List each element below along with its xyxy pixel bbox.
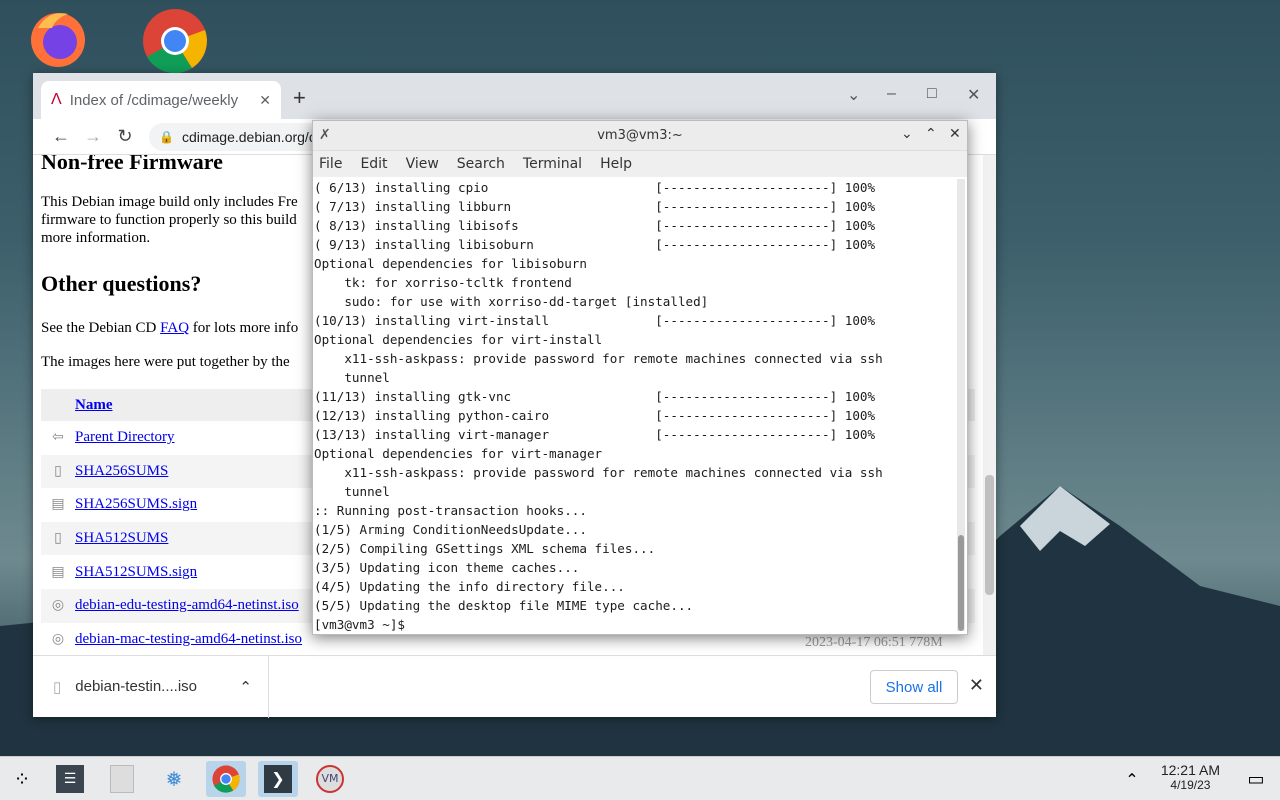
chrome-desktop-icon[interactable]	[142, 8, 207, 74]
tab-title: Index of /cdimage/weekly	[69, 91, 239, 109]
close-window-button[interactable]: ✕	[967, 85, 980, 105]
terminal-line: (13/13) installing virt-manager [-------…	[314, 427, 876, 442]
terminal-line: ( 8/13) installing libisofs [-----------…	[314, 218, 876, 233]
terminal-line: ( 6/13) installing cpio [---------------…	[314, 180, 876, 195]
reload-icon[interactable]: ↻	[109, 126, 141, 147]
file-link[interactable]: SHA256SUMS	[75, 463, 168, 480]
minimize-button[interactable]: –	[887, 85, 896, 103]
terminal-line: (1/5) Arming ConditionNeedsUpdate...	[314, 522, 587, 537]
terminal-line: ( 9/13) installing libisoburn [---------…	[314, 237, 876, 252]
menu-edit[interactable]: Edit	[360, 156, 387, 172]
file-icon: ▯	[53, 678, 62, 696]
close-download-bar-icon[interactable]: ✕	[969, 675, 984, 696]
terminal-line: Optional dependencies for virt-install	[314, 332, 603, 347]
terminal-line: (2/5) Compiling GSettings XML schema fil…	[314, 541, 656, 556]
minimize-icon[interactable]: ⌄	[901, 126, 913, 142]
taskbar: ⁘ ☰ ❅ ❯ VM ⌃ 12:21 AM 4/19/23 ▭	[0, 756, 1280, 800]
faq-prefix: See the Debian CD	[41, 320, 161, 336]
download-item[interactable]: ▯ debian-testin....iso ⌃	[33, 655, 269, 718]
terminal-output[interactable]: ( 6/13) installing cpio [---------------…	[313, 178, 955, 634]
terminal-line: (12/13) installing python-cairo [-------…	[314, 408, 876, 423]
terminal-line: :: Running post-transaction hooks...	[314, 503, 587, 518]
terminal-taskbar-icon[interactable]: ❯	[258, 761, 298, 797]
terminal-line: (10/13) installing virt-install [-------…	[314, 313, 876, 328]
settings-icon[interactable]: ☰	[50, 761, 90, 797]
signature-file-icon: ▤	[51, 497, 65, 513]
close-icon[interactable]: ✕	[949, 126, 961, 142]
forward-icon[interactable]: →	[77, 126, 109, 147]
terminal-line: sudo: for use with xorriso-dd-target [in…	[314, 294, 709, 309]
debian-favicon-icon: Λ	[51, 91, 62, 108]
clock[interactable]: 12:21 AM 4/19/23	[1161, 762, 1220, 792]
file-link[interactable]: debian-edu-testing-amd64-netinst.iso	[75, 597, 299, 614]
scroll-thumb[interactable]	[985, 475, 994, 595]
clock-date: 4/19/23	[1170, 778, 1211, 792]
terminal-line: tk: for xorriso-tcltk frontend	[314, 275, 572, 290]
clock-time: 12:21 AM	[1160, 762, 1220, 778]
virt-manager-icon[interactable]: VM	[310, 761, 350, 797]
terminal-line: (4/5) Updating the info directory file..…	[314, 579, 625, 594]
discover-icon[interactable]: ❅	[154, 761, 194, 797]
file-link[interactable]: Parent Directory	[75, 429, 175, 446]
download-bar: ▯ debian-testin....iso ⌃ Show all ✕	[33, 655, 996, 718]
terminal-titlebar[interactable]: ✗ vm3@vm3:~ ⌄ ⌃ ✕	[313, 121, 967, 151]
name-column-header[interactable]: Name	[75, 397, 113, 414]
url-text: cdimage.debian.org/c	[181, 128, 316, 145]
file-link[interactable]: debian-mac-testing-amd64-netinst.iso	[75, 631, 302, 648]
terminal-scroll-thumb[interactable]	[958, 535, 964, 631]
disc-icon: ◎	[51, 598, 65, 614]
show-desktop-icon[interactable]: ▭	[1236, 761, 1276, 797]
download-filename: debian-testin....iso	[75, 678, 198, 695]
terminal-line: x11-ssh-askpass: provide password for re…	[314, 351, 883, 366]
back-icon: ⇦	[52, 430, 64, 446]
chrome-taskbar-icon[interactable]	[206, 761, 246, 797]
file-manager-icon[interactable]	[102, 761, 142, 797]
file-link[interactable]: SHA512SUMS.sign	[75, 564, 197, 581]
disc-icon: ◎	[51, 631, 65, 647]
terminal-line: tunnel	[314, 370, 390, 385]
terminal-line: x11-ssh-askpass: provide password for re…	[314, 465, 883, 480]
terminal-window: ✗ vm3@vm3:~ ⌄ ⌃ ✕ File Edit View Search …	[312, 120, 968, 635]
page-scrollbar[interactable]	[983, 155, 996, 655]
text-file-icon: ▯	[54, 531, 62, 547]
app-launcher-icon[interactable]: ⁘	[2, 761, 42, 797]
maximize-button[interactable]: □	[927, 85, 937, 103]
terminal-line: (11/13) installing gtk-vnc [------------…	[314, 389, 876, 404]
terminal-menubar: File Edit View Search Terminal Help	[313, 151, 967, 177]
terminal-line: Optional dependencies for virt-manager	[314, 446, 603, 461]
file-date: 2023-04-17 06:51 778M	[805, 634, 943, 650]
terminal-line: (3/5) Updating icon theme caches...	[314, 560, 580, 575]
lock-icon: 🔒	[159, 129, 174, 144]
menu-search[interactable]: Search	[457, 156, 505, 172]
terminal-line: ( 7/13) installing libburn [------------…	[314, 199, 876, 214]
menu-terminal[interactable]: Terminal	[523, 156, 582, 172]
menu-help[interactable]: Help	[600, 156, 632, 172]
signature-file-icon: ▤	[51, 564, 65, 580]
file-link[interactable]: SHA512SUMS	[75, 530, 168, 547]
terminal-line: [vm3@vm3 ~]$	[314, 617, 413, 632]
menu-view[interactable]: View	[406, 156, 439, 172]
terminal-line: (5/5) Updating the desktop file MIME typ…	[314, 598, 694, 613]
terminal-title: vm3@vm3:~	[597, 128, 683, 143]
faq-suffix: for lots more info	[189, 320, 299, 336]
tray-expand-icon[interactable]: ⌃	[1112, 761, 1152, 797]
new-tab-button[interactable]: +	[293, 85, 306, 111]
text-file-icon: ▯	[54, 463, 62, 479]
chevron-up-icon[interactable]: ⌃	[239, 678, 252, 696]
show-all-button[interactable]: Show all	[870, 670, 958, 704]
menu-file[interactable]: File	[319, 156, 342, 172]
terminal-scrollbar[interactable]	[957, 179, 965, 631]
tab-close-icon[interactable]: ✕	[259, 92, 271, 109]
terminal-line: tunnel	[314, 484, 390, 499]
back-icon[interactable]: ←	[45, 126, 77, 147]
file-link[interactable]: SHA256SUMS.sign	[75, 496, 197, 513]
browser-tab[interactable]: Λ Index of /cdimage/weekly ✕	[41, 81, 281, 119]
tab-search-icon[interactable]: ⌄	[847, 85, 860, 105]
faq-link[interactable]: FAQ	[160, 320, 189, 336]
firefox-desktop-icon[interactable]	[28, 8, 88, 68]
tab-strip: Λ Index of /cdimage/weekly ✕ + ⌄ – □ ✕	[33, 73, 996, 119]
maximize-icon[interactable]: ⌃	[925, 126, 937, 142]
terminal-line: Optional dependencies for libisoburn	[314, 256, 587, 271]
